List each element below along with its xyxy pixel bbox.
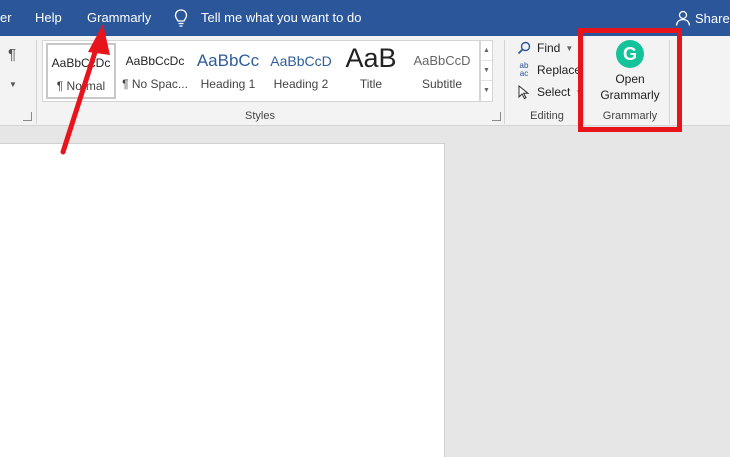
chevron-down-icon: ▼ bbox=[565, 43, 574, 53]
dialog-launcher-icon[interactable] bbox=[492, 112, 501, 121]
style-preview: AaBbCcDc bbox=[125, 54, 185, 68]
style-name: ¶ No Spac... bbox=[122, 77, 188, 91]
person-icon bbox=[675, 10, 691, 26]
styles-group-label: Styles bbox=[245, 110, 275, 122]
replace-label: Replace bbox=[537, 63, 582, 77]
style-name: Heading 1 bbox=[200, 77, 256, 91]
style-no-spacing[interactable]: AaBbCcDc ¶ No Spac... bbox=[120, 43, 190, 99]
style-name: Title bbox=[359, 77, 383, 91]
style-preview: AaBbCc bbox=[196, 51, 260, 70]
group-divider bbox=[504, 40, 505, 124]
style-preview: AaB bbox=[345, 43, 397, 73]
style-heading-2[interactable]: AaBbCcD Heading 2 bbox=[266, 43, 336, 99]
highlight-box bbox=[578, 28, 682, 132]
menu-tab-grammarly[interactable]: Grammarly bbox=[87, 10, 151, 25]
style-title[interactable]: AaB Title bbox=[336, 43, 406, 99]
style-heading-1[interactable]: AaBbCc Heading 1 bbox=[193, 43, 263, 99]
style-preview: AaBbCcD bbox=[270, 53, 332, 69]
find-button[interactable]: Find ▼ bbox=[516, 40, 573, 56]
lightbulb-icon bbox=[174, 9, 188, 27]
group-divider bbox=[36, 40, 37, 124]
scroll-down-icon[interactable]: ▼ bbox=[481, 61, 492, 81]
scroll-up-icon[interactable]: ▲ bbox=[481, 41, 492, 61]
paragraph-mark-icon[interactable]: ¶ bbox=[8, 46, 16, 63]
chevron-down-icon[interactable]: ▼ bbox=[9, 80, 17, 89]
document-area bbox=[0, 127, 730, 457]
share-button[interactable]: Share bbox=[675, 8, 730, 28]
style-preview: AaBbCcDc bbox=[51, 56, 111, 70]
styles-gallery: AaBbCcDc ¶ Normal AaBbCcDc ¶ No Spac... … bbox=[42, 40, 480, 102]
share-label: Share bbox=[695, 10, 730, 26]
replace-icon-bottom: ac bbox=[519, 69, 529, 78]
dialog-launcher-icon[interactable] bbox=[23, 112, 32, 121]
cursor-icon bbox=[516, 84, 532, 100]
style-preview: AaBbCcD bbox=[413, 53, 471, 68]
select-label: Select bbox=[537, 85, 571, 99]
replace-icon: ab ac bbox=[516, 62, 532, 78]
document-page[interactable] bbox=[0, 143, 445, 457]
replace-button[interactable]: ab ac Replace bbox=[516, 62, 581, 78]
style-subtitle[interactable]: AaBbCcD Subtitle bbox=[407, 43, 477, 99]
tell-me-search[interactable]: Tell me what you want to do bbox=[201, 10, 361, 25]
magnifier-icon bbox=[516, 40, 532, 56]
gallery-more-icon[interactable]: ▼ bbox=[481, 81, 492, 101]
style-normal[interactable]: AaBbCcDc ¶ Normal bbox=[46, 43, 116, 99]
style-name: ¶ Normal bbox=[56, 79, 106, 93]
select-button[interactable]: Select ▼ bbox=[516, 84, 583, 100]
editing-group-label: Editing bbox=[530, 110, 564, 122]
gallery-scrollbar[interactable]: ▲ ▼ ▼ bbox=[480, 40, 493, 102]
menu-tab-partial[interactable]: er bbox=[0, 10, 12, 25]
menu-tab-help[interactable]: Help bbox=[35, 10, 62, 25]
style-name: Subtitle bbox=[421, 77, 463, 91]
find-label: Find bbox=[537, 41, 561, 55]
style-name: Heading 2 bbox=[273, 77, 329, 91]
